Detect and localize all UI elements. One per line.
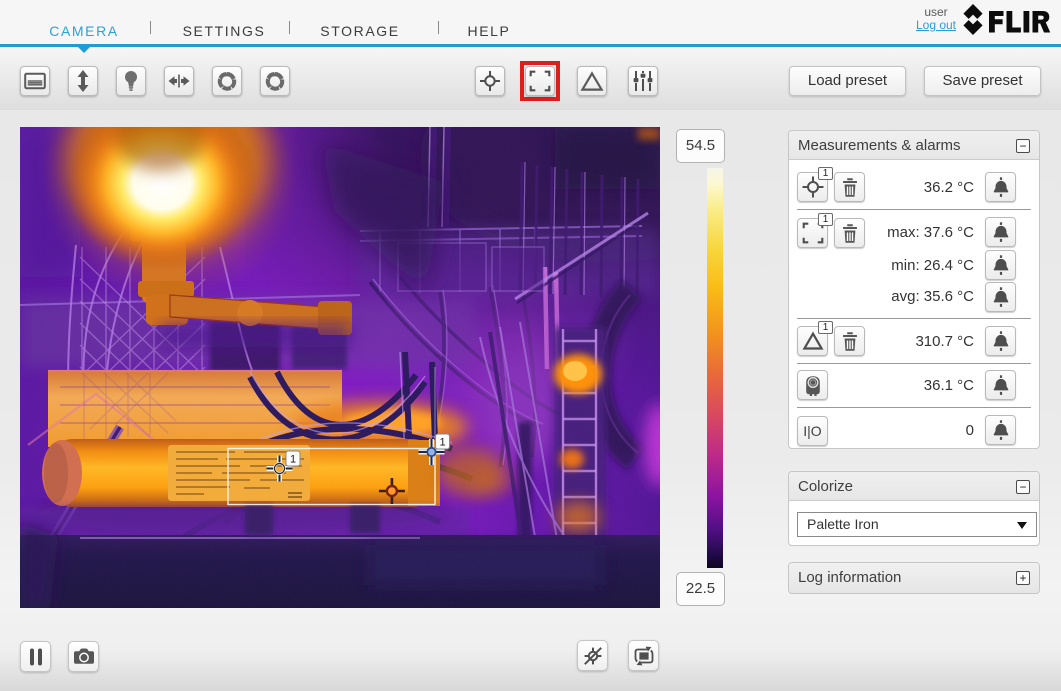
- svg-text:1: 1: [439, 437, 445, 449]
- svg-text:1: 1: [290, 454, 296, 466]
